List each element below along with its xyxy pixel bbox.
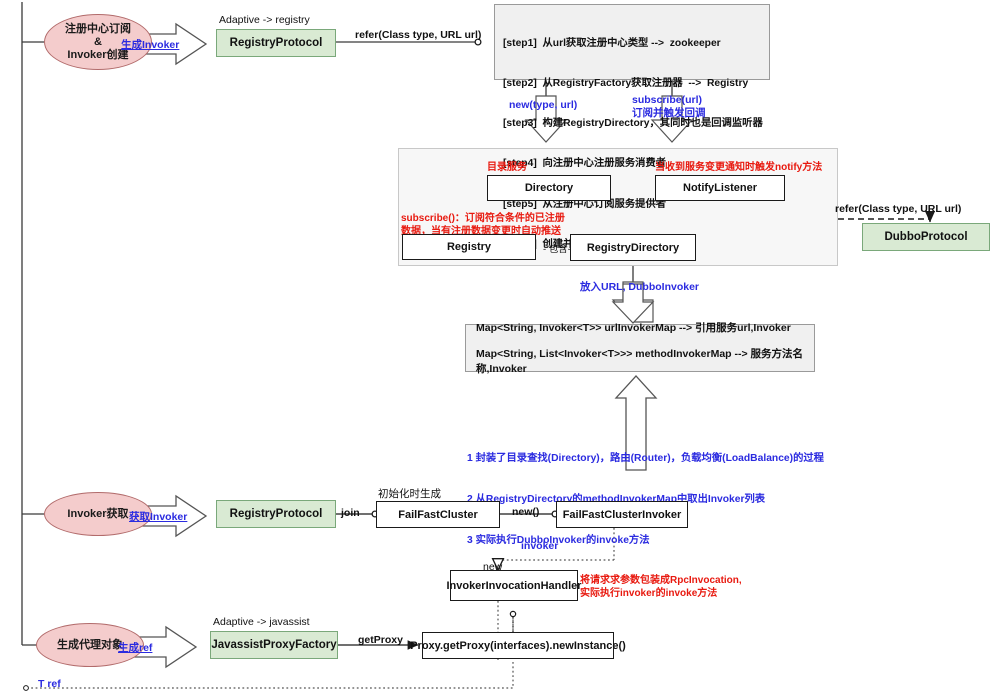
label-get-proxy: getProxy xyxy=(358,634,403,646)
lane1-label-line3: Invoker创建 xyxy=(67,48,129,61)
note-handler-line1: 将请求求参数包装成RpcInvocation, xyxy=(580,575,742,586)
map-line-1: Map<String, Invoker<T>> urlInvokerMap --… xyxy=(476,322,791,334)
map-line-2: Map<String, List<Invoker<T>>> methodInvo… xyxy=(476,348,804,375)
box-registry[interactable]: Registry xyxy=(402,234,536,260)
box-directory[interactable]: Directory xyxy=(487,175,611,201)
label-refer-right: refer(Class type, URL url) xyxy=(835,203,962,215)
lane1-label-line2: & xyxy=(94,35,102,48)
label-contains: - 包含- xyxy=(543,244,571,255)
label-subscribe-url-line2: 订阅并触发回调 xyxy=(632,107,706,119)
steps-callout-box: [step1] 从url获取注册中心类型 --> zookeeper [step… xyxy=(494,4,770,250)
block-arrow-3-label: 生成ref xyxy=(118,642,153,654)
label-join: join xyxy=(341,507,360,519)
box-registry-directory[interactable]: RegistryDirectory xyxy=(570,234,696,261)
label-subscribe-url-line1: subscribe(url) xyxy=(632,94,703,106)
registry-protocol-top-label: RegistryProtocol xyxy=(229,37,323,49)
box-registry-protocol-mid[interactable]: RegistryProtocol xyxy=(216,500,336,528)
fail-fast-cluster-invoker-label: FailFastClusterInvoker xyxy=(562,508,682,521)
box-registry-protocol-top[interactable]: RegistryProtocol xyxy=(216,29,336,57)
directory-label: Directory xyxy=(524,182,574,194)
label-invoker-word: invoker xyxy=(521,540,559,552)
invoke-note-line1: 1 封装了目录查找(Directory)，路由(Router)，负载均衡(Loa… xyxy=(467,453,824,465)
note-handler-line2: 实际执行invoker的invoke方法 xyxy=(580,588,718,599)
step-line-2: [step2] 从RegistryFactory获取注册器 --> Regist… xyxy=(503,78,749,90)
box-fail-fast-cluster[interactable]: FailFastCluster xyxy=(376,501,500,528)
box-dubbo-protocol[interactable]: DubboProtocol xyxy=(862,223,990,251)
lane1-label-line1: 注册中心订阅 xyxy=(65,22,131,35)
block-arrow-1-label: 生成Invoker xyxy=(121,39,180,51)
label-adaptive-registry: Adaptive -> registry xyxy=(219,14,310,26)
label-put-url-dubbo-invoker: 放入URL, DubboInvoker xyxy=(580,281,700,293)
fail-fast-cluster-label: FailFastCluster xyxy=(398,508,478,521)
step-line-1: [step1] 从url获取注册中心类型 --> zookeeper xyxy=(503,37,721,49)
registry-label: Registry xyxy=(446,241,492,253)
box-fail-fast-cluster-invoker[interactable]: FailFastClusterInvoker xyxy=(556,501,688,528)
label-new-paren: new() xyxy=(512,506,540,518)
lane3-label: 生成代理对象 xyxy=(57,638,123,651)
label-t-ref: T ref xyxy=(38,678,61,690)
note-notify-listener: 当收到服务变更通知时触发notify方法 xyxy=(655,162,823,173)
note-handler: 将请求求参数包装成RpcInvocation, 实际执行invoker的invo… xyxy=(580,574,742,600)
box-notify-listener[interactable]: NotifyListener xyxy=(655,175,785,201)
box-proxy-get-proxy[interactable]: Proxy.getProxy(interfaces).newInstance() xyxy=(410,632,626,659)
diagram-canvas: 注册中心订阅 & Invoker创建 Invoker获取 生成代理对象 生成In… xyxy=(0,0,1000,700)
proxy-get-proxy-label: Proxy.getProxy(interfaces).newInstance() xyxy=(410,639,626,652)
note-subscribe-line1: subscribe()：订阅符合条件的已注册 xyxy=(401,213,565,224)
label-subscribe-url: subscribe(url) 订阅并触发回调 xyxy=(632,94,706,120)
lane2-label: Invoker获取 xyxy=(67,507,129,520)
map-summary-box: Map<String, Invoker<T>> urlInvokerMap --… xyxy=(465,322,815,375)
notify-listener-label: NotifyListener xyxy=(683,182,757,194)
registry-protocol-mid-label: RegistryProtocol xyxy=(229,508,323,520)
block-arrow-2-label: 获取Invoker xyxy=(129,511,188,523)
registry-directory-label: RegistryDirectory xyxy=(586,241,680,254)
box-invoker-invocation-handler[interactable]: InvokerInvocationHandler xyxy=(446,570,582,601)
label-init-generate: 初始化时生成 xyxy=(378,488,441,500)
invoker-invocation-handler-label: InvokerInvocationHandler xyxy=(446,579,582,592)
invoke-process-notes: 1 封装了目录查找(Directory)，路由(Router)，负载均衡(Loa… xyxy=(467,425,824,575)
box-javassist-proxy-factory[interactable]: JavassistProxyFactory xyxy=(210,631,338,659)
label-adaptive-javassist: Adaptive -> javassist xyxy=(213,616,310,628)
note-directory: 目录服务 xyxy=(487,162,527,173)
dubbo-protocol-label: DubboProtocol xyxy=(884,231,968,243)
label-refer-top: refer(Class type, URL url) xyxy=(355,29,482,41)
javassist-proxy-factory-label: JavassistProxyFactory xyxy=(211,639,337,651)
label-new-type-url: new(type, url) xyxy=(509,99,578,111)
